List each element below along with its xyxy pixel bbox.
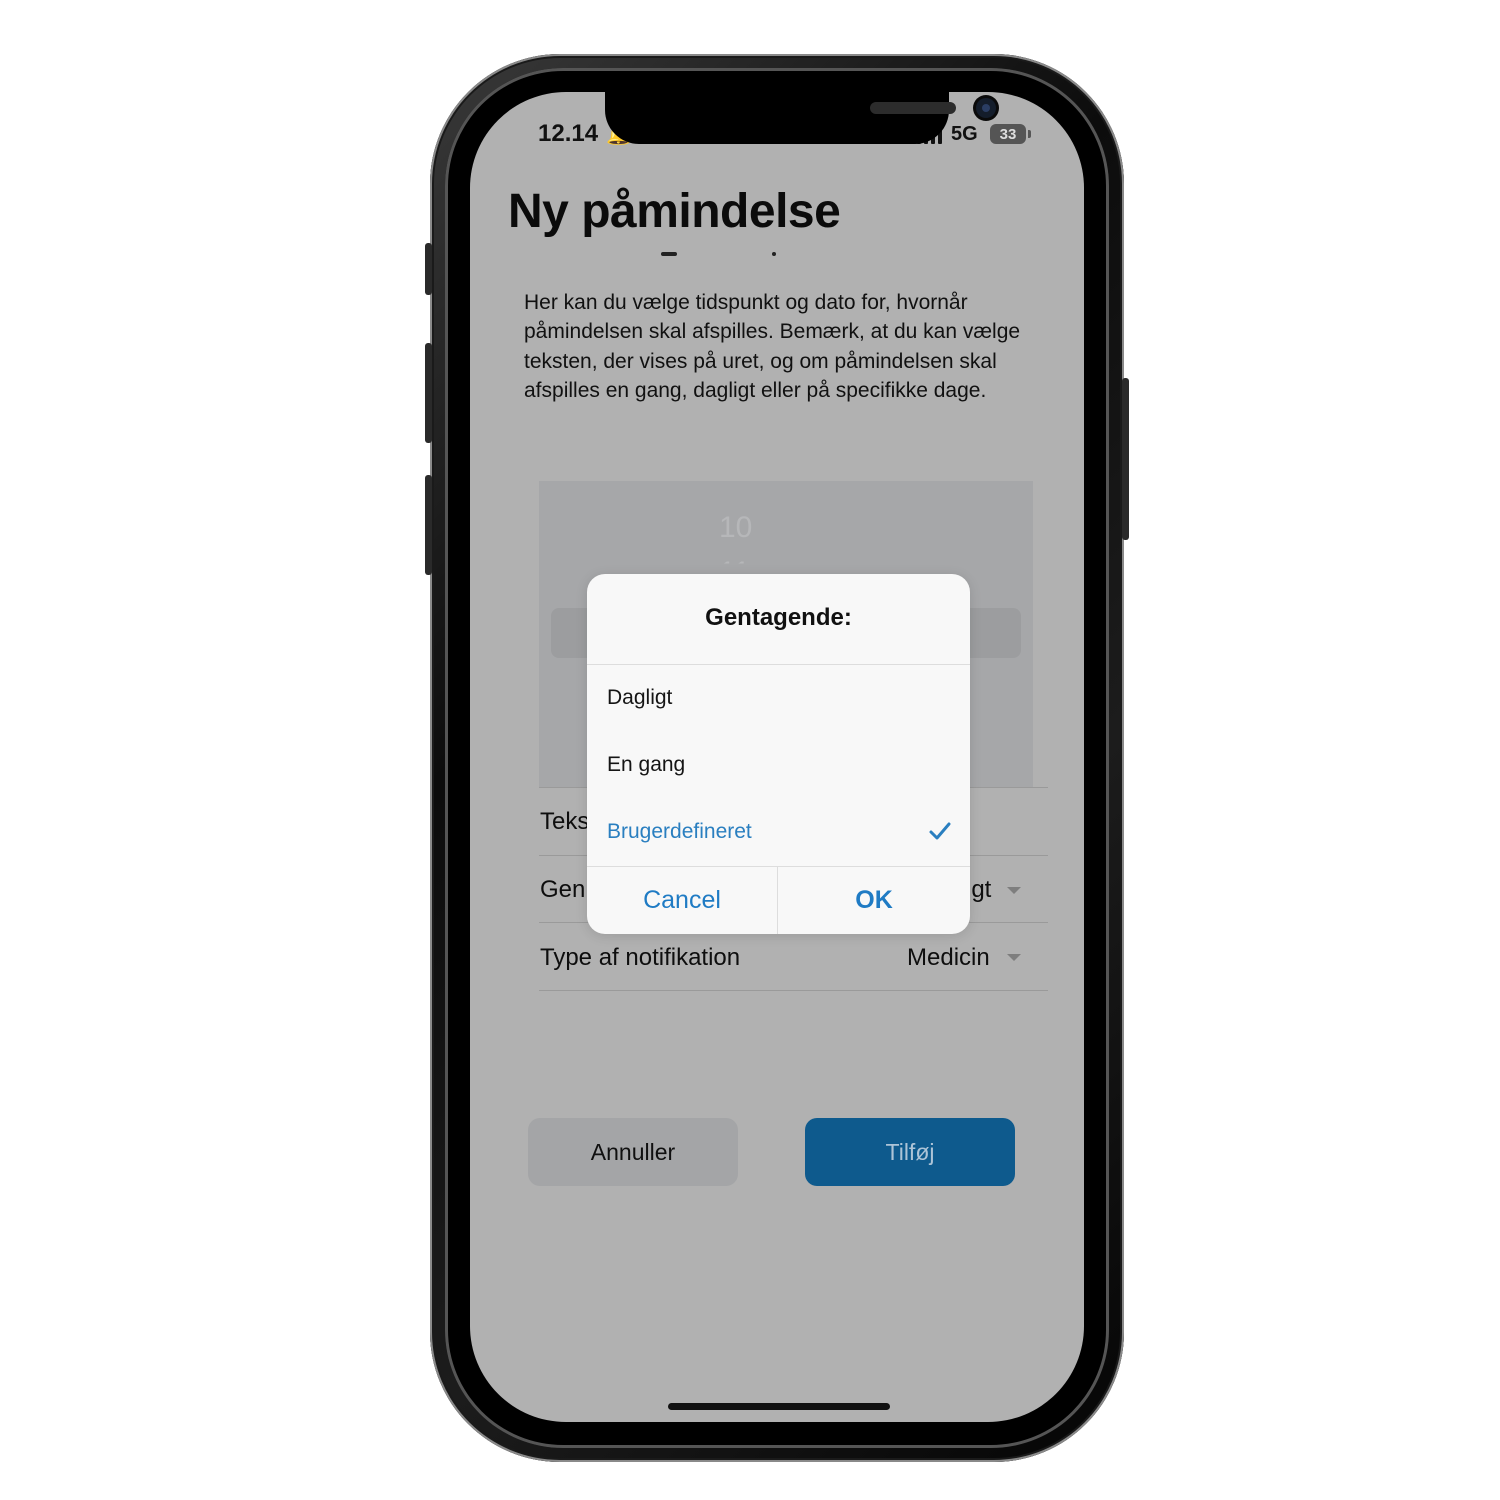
annuller-button[interactable]: Annuller [528,1118,738,1186]
silent-switch [425,243,432,295]
status-time: 12.14 [538,120,599,147]
tilfoj-button[interactable]: Tilføj [805,1118,1015,1186]
option-label: Dagligt [607,686,673,709]
volume-up-button [425,343,432,443]
text-row-label: Teks [540,808,590,835]
notification-type-value[interactable]: Medicin [907,944,990,972]
page-title: Ny påmindelse [508,185,841,238]
network-type: 5G [951,123,978,145]
chevron-down-icon [1007,954,1021,961]
front-camera [976,98,996,118]
speaker-grille [870,102,956,114]
page-description: Her kan du vælge tidspunkt og dato for, … [524,291,1021,402]
picker-value: 10 [719,511,753,544]
battery-level: 33 [999,125,1017,143]
dialog-divider [587,664,970,665]
repeat-dialog: Gentagende: Dagligt En gang Brugerdefine… [587,574,970,934]
option-label: Brugerdefineret [607,820,752,843]
phone-screen: 12.14 🔔 5G 33 Ny påmindelse Her kan du v… [470,92,1084,1422]
dialog-title: Gentagende: [705,604,852,631]
power-button [1122,378,1129,540]
notification-type-label: Type af notifikation [540,944,741,971]
option-label: En gang [607,753,686,776]
dialog-ok-button[interactable]: OK [778,867,970,934]
scrolled-text-fragment [661,252,677,256]
dialog-cancel-button[interactable]: Cancel [587,867,777,934]
battery-icon: 33 [990,124,1031,144]
scrolled-text-fragment [772,252,776,256]
volume-down-button [425,475,432,575]
option-en-gang[interactable]: En gang [587,733,970,799]
form-divider [539,990,1048,991]
checkmark-icon [929,822,951,840]
home-indicator[interactable] [668,1403,890,1410]
repeat-row-label: Gen [540,876,586,903]
option-dagligt[interactable]: Dagligt [587,666,970,732]
chevron-down-icon [1007,887,1021,894]
option-brugerdefineret[interactable]: Brugerdefineret [587,800,970,866]
notch [605,92,996,144]
